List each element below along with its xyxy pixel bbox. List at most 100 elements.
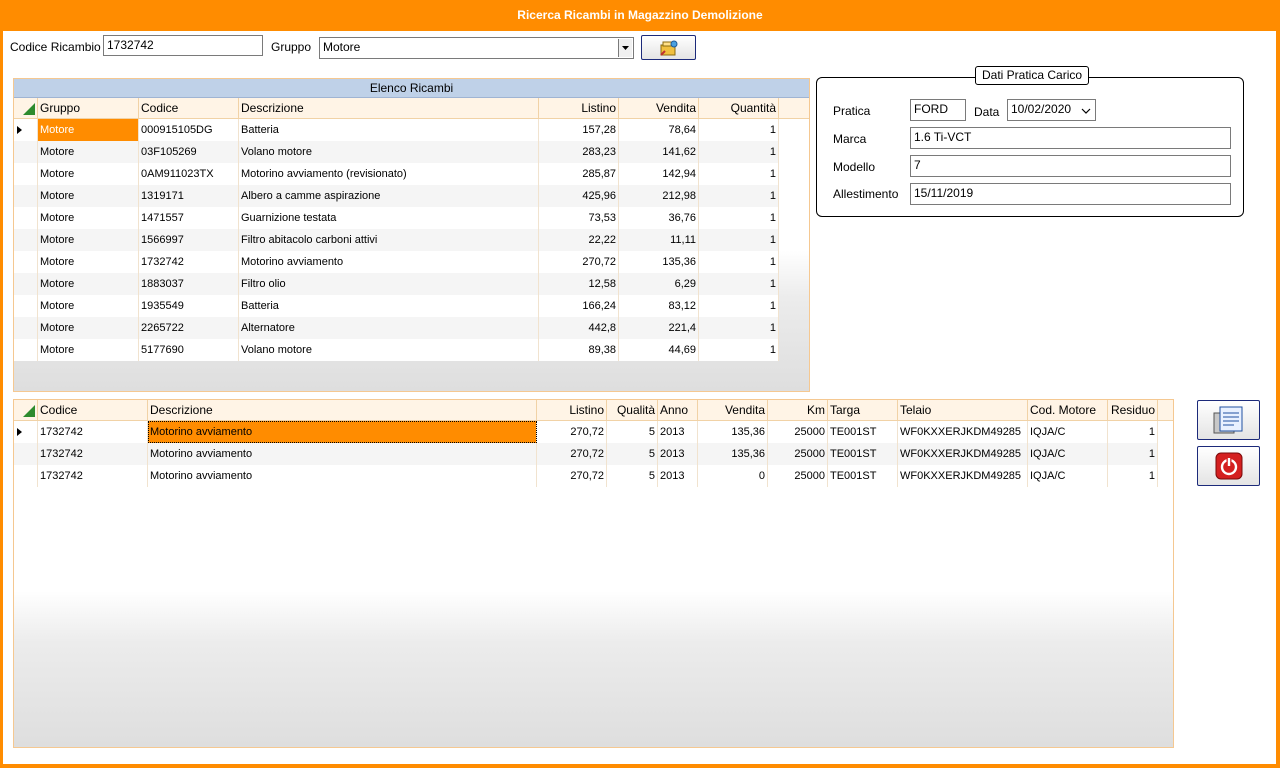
cell-descrizione[interactable]: Volano motore [239, 141, 539, 163]
row-indicator[interactable] [14, 119, 38, 141]
cell-codice[interactable]: 1566997 [139, 229, 239, 251]
exit-button[interactable] [1197, 446, 1260, 486]
cell-codice[interactable]: 1732742 [38, 443, 148, 465]
cell-listino[interactable]: 270,72 [537, 465, 607, 487]
cell-residuo[interactable]: 1 [1108, 421, 1158, 443]
col-vendita[interactable]: Vendita [619, 98, 699, 118]
cell-vendita[interactable]: 142,94 [619, 163, 699, 185]
cell-gruppo[interactable]: Motore [38, 163, 139, 185]
cell-anno[interactable]: 2013 [658, 465, 698, 487]
cell-codice[interactable]: 1732742 [38, 421, 148, 443]
cell-codice[interactable]: 1935549 [139, 295, 239, 317]
cell-descrizione[interactable]: Volano motore [239, 339, 539, 361]
table-row[interactable]: Motore 1732742 Motorino avviamento 270,72 13… [14, 251, 809, 273]
cell-descrizione[interactable]: Motorino avviamento [148, 443, 537, 465]
cell-vendita[interactable]: 78,64 [619, 119, 699, 141]
table-row[interactable]: Motore 1566997 Filtro abitacolo carboni at… [14, 229, 809, 251]
cell-codice[interactable]: 1319171 [139, 185, 239, 207]
cell-vendita[interactable]: 11,11 [619, 229, 699, 251]
col-qualita[interactable]: Qualità [607, 400, 658, 420]
cell-listino[interactable]: 22,22 [539, 229, 619, 251]
row-indicator[interactable] [14, 317, 38, 339]
cell-qualita[interactable]: 5 [607, 465, 658, 487]
cell-descrizione[interactable]: Guarnizione testata [239, 207, 539, 229]
table-row[interactable]: Motore 1883037 Filtro olio 12,58 6,29 1 [14, 273, 809, 295]
table-row[interactable]: 1732742 Motorino avviamento 270,72 5 2013 135… [14, 421, 1173, 443]
table-row[interactable]: Motore 1471557 Guarnizione testata 73,53 36,… [14, 207, 809, 229]
cell-listino[interactable]: 285,87 [539, 163, 619, 185]
cell-descrizione[interactable]: Filtro abitacolo carboni attivi [239, 229, 539, 251]
table-row[interactable]: 1732742 Motorino avviamento 270,72 5 2013 135… [14, 443, 1173, 465]
cell-gruppo[interactable]: Motore [38, 317, 139, 339]
cell-vendita[interactable]: 0 [698, 465, 768, 487]
data-picker[interactable]: 10/02/2020 [1007, 99, 1096, 121]
row-indicator[interactable] [14, 163, 38, 185]
row-indicator[interactable] [14, 185, 38, 207]
table-row[interactable]: Motore 03F105269 Volano motore 283,23 141,62… [14, 141, 809, 163]
row-indicator[interactable] [14, 465, 38, 487]
cell-quantita[interactable]: 1 [699, 185, 779, 207]
cell-quantita[interactable]: 1 [699, 141, 779, 163]
col-targa[interactable]: Targa [828, 400, 898, 420]
cell-cod-motore[interactable]: IQJA/C [1028, 443, 1108, 465]
row-indicator[interactable] [14, 229, 38, 251]
cell-descrizione[interactable]: Batteria [239, 119, 539, 141]
cell-listino[interactable]: 283,23 [539, 141, 619, 163]
cell-quantita[interactable]: 1 [699, 295, 779, 317]
col-residuo[interactable]: Residuo [1108, 400, 1158, 420]
col-listino[interactable]: Listino [539, 98, 619, 118]
codice-ricambio-input[interactable]: 1732742 [103, 35, 263, 56]
row-indicator[interactable] [14, 207, 38, 229]
cell-codice[interactable]: 1732742 [139, 251, 239, 273]
cell-telaio[interactable]: WF0KXXERJKDM49285 [898, 465, 1028, 487]
cell-codice[interactable]: 5177690 [139, 339, 239, 361]
cell-listino[interactable]: 73,53 [539, 207, 619, 229]
cell-gruppo[interactable]: Motore [38, 185, 139, 207]
pratica-field[interactable]: FORD [910, 99, 966, 121]
cell-residuo[interactable]: 1 [1108, 443, 1158, 465]
cell-qualita[interactable]: 5 [607, 421, 658, 443]
cell-km[interactable]: 25000 [768, 443, 828, 465]
cell-descrizione[interactable]: Albero a camme aspirazione [239, 185, 539, 207]
modello-field[interactable]: 7 [910, 155, 1231, 177]
cell-gruppo[interactable]: Motore [38, 295, 139, 317]
cell-descrizione[interactable]: Batteria [239, 295, 539, 317]
cell-descrizione[interactable]: Alternatore [239, 317, 539, 339]
cell-listino[interactable]: 12,58 [539, 273, 619, 295]
table-row[interactable]: Motore 1319171 Albero a camme aspirazione 4… [14, 185, 809, 207]
cell-gruppo[interactable]: Motore [38, 207, 139, 229]
cell-vendita[interactable]: 141,62 [619, 141, 699, 163]
cell-vendita[interactable]: 6,29 [619, 273, 699, 295]
cell-descrizione[interactable]: Motorino avviamento [148, 465, 537, 487]
row-indicator[interactable] [14, 421, 38, 443]
cell-vendita[interactable]: 44,69 [619, 339, 699, 361]
table-row[interactable]: Motore 0AM911023TX Motorino avviamento (re… [14, 163, 809, 185]
cell-listino[interactable]: 442,8 [539, 317, 619, 339]
col-descrizione[interactable]: Descrizione [148, 400, 537, 420]
row-indicator[interactable] [14, 295, 38, 317]
col-descrizione[interactable]: Descrizione [239, 98, 539, 118]
cell-quantita[interactable]: 1 [699, 207, 779, 229]
cell-qualita[interactable]: 5 [607, 443, 658, 465]
cell-quantita[interactable]: 1 [699, 119, 779, 141]
cell-quantita[interactable]: 1 [699, 163, 779, 185]
cell-codice[interactable]: 1471557 [139, 207, 239, 229]
cell-codice[interactable]: 1883037 [139, 273, 239, 295]
table-row[interactable]: Motore 2265722 Alternatore 442,8 221,4 1 [14, 317, 809, 339]
cell-quantita[interactable]: 1 [699, 251, 779, 273]
cell-telaio[interactable]: WF0KXXERJKDM49285 [898, 443, 1028, 465]
cell-gruppo[interactable]: Motore [38, 251, 139, 273]
table-row[interactable]: Motore 1935549 Batteria 166,24 83,12 1 [14, 295, 809, 317]
cell-listino[interactable]: 89,38 [539, 339, 619, 361]
col-telaio[interactable]: Telaio [898, 400, 1028, 420]
cell-vendita[interactable]: 135,36 [698, 421, 768, 443]
cell-km[interactable]: 25000 [768, 421, 828, 443]
row-indicator[interactable] [14, 273, 38, 295]
cell-gruppo[interactable]: Motore [38, 229, 139, 251]
table-row[interactable]: Motore 5177690 Volano motore 89,38 44,69 1 [14, 339, 809, 361]
cell-listino[interactable]: 157,28 [539, 119, 619, 141]
cell-gruppo[interactable]: Motore [38, 119, 139, 141]
cell-telaio[interactable]: WF0KXXERJKDM49285 [898, 421, 1028, 443]
col-listino[interactable]: Listino [537, 400, 607, 420]
col-vendita[interactable]: Vendita [698, 400, 768, 420]
